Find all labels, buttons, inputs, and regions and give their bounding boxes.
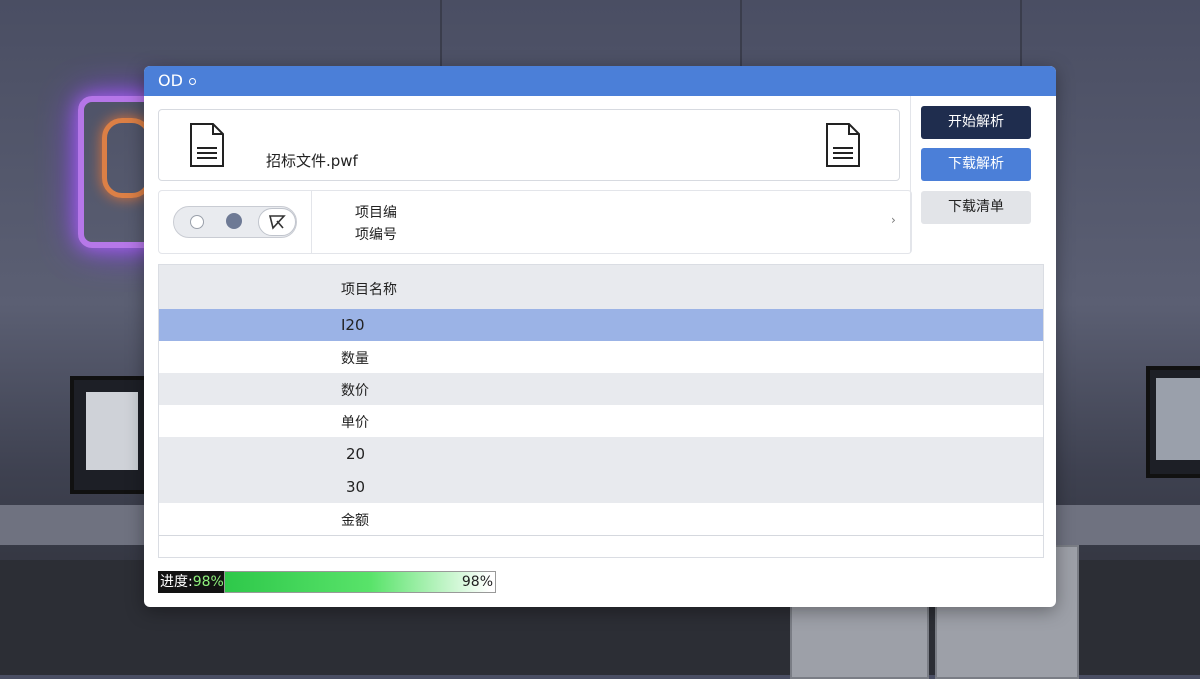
column-header: 项目名称 — [341, 282, 397, 298]
status-dot-icon — [189, 78, 196, 85]
table-row[interactable]: 金额 — [159, 503, 1043, 536]
mode-segmented-control[interactable] — [173, 206, 297, 238]
download-list-button[interactable]: 下载清单 — [921, 191, 1031, 224]
chevron-right-icon[interactable]: › — [891, 213, 896, 227]
dot-icon[interactable] — [226, 213, 242, 229]
project-number-label: 项编号 — [355, 227, 397, 243]
download-parse-button[interactable]: 下载解析 — [921, 148, 1031, 181]
options-row: 项目编 项编号 › — [158, 190, 912, 254]
start-parse-button[interactable]: 开始解析 — [921, 106, 1031, 139]
table-cell: 数量 — [341, 351, 369, 367]
cursor-icon — [268, 215, 286, 230]
window-title: OD — [158, 71, 183, 90]
progress-indicator: 进度:98% 98% — [158, 571, 496, 593]
file-card[interactable]: 招标文件.pwf — [158, 109, 900, 181]
progress-value: 98% — [461, 574, 493, 590]
file-name: 招标文件.pwf — [266, 152, 358, 170]
table-cell: 单价 — [341, 415, 369, 431]
table-header: 项目名称 — [159, 265, 1043, 310]
project-code-label: 项目编 — [355, 205, 397, 221]
progress-label: 进度:98% — [158, 571, 224, 593]
cursor-option[interactable] — [258, 208, 296, 236]
table-row[interactable]: 数价 — [159, 373, 1043, 406]
document-icon — [190, 123, 224, 167]
title-bar: OD — [144, 66, 1056, 96]
table-row[interactable]: 数量 — [159, 341, 1043, 374]
background-monitor-screen — [86, 392, 138, 470]
progress-label-value: 98% — [192, 574, 224, 590]
table-row[interactable]: 单价 — [159, 405, 1043, 438]
table-cell: 数价 — [341, 383, 369, 399]
background-monitor-screen — [1156, 378, 1200, 460]
radio-icon[interactable] — [190, 215, 204, 229]
action-panel: 开始解析 下载解析 下载清单 — [910, 96, 1043, 252]
divider — [311, 191, 312, 253]
table-cell: 30 — [346, 478, 366, 496]
data-table: 项目名称 I20 数量 数价 单价 20 30 金额 — [158, 264, 1044, 558]
progress-bar: 98% — [224, 571, 496, 593]
document-icon[interactable] — [825, 122, 861, 168]
app-window: OD 招标文件.pwf 项目编 项编号 › 开始解析 下载解析 下载清单 项目名… — [144, 66, 1056, 607]
progress-fill — [225, 572, 490, 592]
progress-label-text: 进度: — [160, 574, 193, 590]
table-cell: 金额 — [341, 513, 369, 529]
table-cell: I20 — [341, 316, 365, 334]
table-row[interactable]: I20 — [159, 309, 1043, 342]
table-cell: 20 — [346, 445, 366, 463]
table-row[interactable]: 20 30 — [159, 437, 1043, 504]
